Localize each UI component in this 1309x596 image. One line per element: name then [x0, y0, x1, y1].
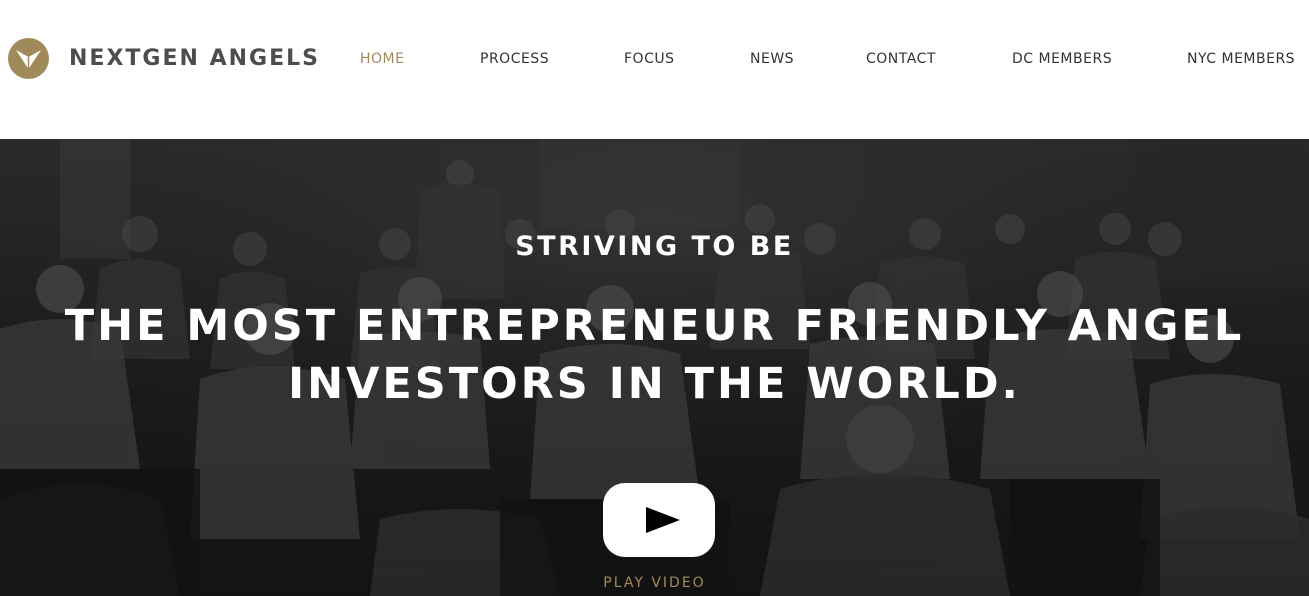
nav-item-focus[interactable]: FOCUS: [624, 49, 674, 69]
hero-section: STRIVING TO BE THE MOST ENTREPRENEUR FRI…: [0, 139, 1309, 596]
nav-item-contact[interactable]: CONTACT: [866, 49, 936, 69]
play-icon: [646, 507, 680, 533]
hero-subtitle: STRIVING TO BE: [515, 231, 794, 262]
site-header: NEXTGEN ANGELS HOME PROCESS FOCUS NEWS C…: [0, 0, 1309, 139]
play-video-label[interactable]: PLAY VIDEO: [0, 575, 1309, 591]
nav-item-home[interactable]: HOME: [360, 49, 404, 69]
nav-item-process[interactable]: PROCESS: [480, 49, 549, 69]
nav-item-dc-members[interactable]: DC MEMBERS: [1012, 49, 1112, 69]
play-video-button[interactable]: [603, 483, 715, 557]
hero-headline-line-2: INVESTORS IN THE WORLD.: [288, 359, 1021, 409]
hero-headline: THE MOST ENTREPRENEUR FRIENDLY ANGEL INV…: [0, 297, 1309, 413]
hero-headline-line-1: THE MOST ENTREPRENEUR FRIENDLY ANGEL: [64, 301, 1245, 351]
main-nav: HOME PROCESS FOCUS NEWS CONTACT DC MEMBE…: [0, 49, 1309, 69]
nav-item-news[interactable]: NEWS: [750, 49, 794, 69]
nav-item-nyc-members[interactable]: NYC MEMBERS: [1187, 49, 1295, 69]
